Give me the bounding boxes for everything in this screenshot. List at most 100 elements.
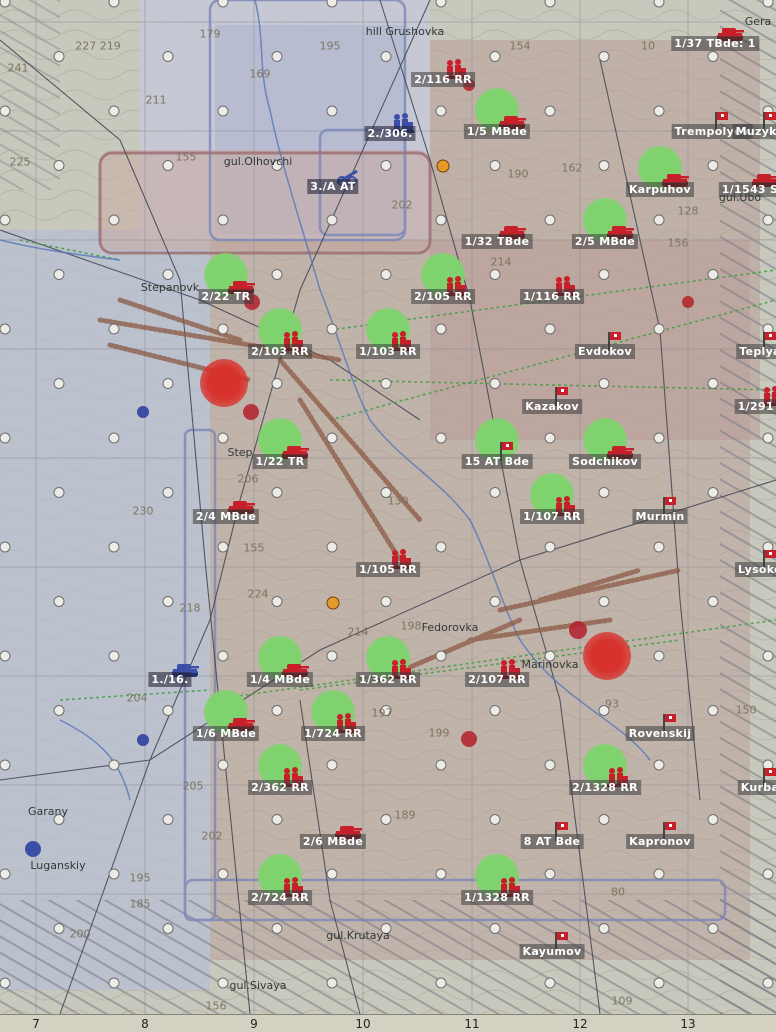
town-label: Luganskiy	[30, 859, 86, 872]
town-label: Step	[227, 446, 253, 459]
hex-center-dot	[435, 0, 447, 8]
hex-center-dot	[0, 977, 11, 989]
elevation-label: 130	[387, 494, 409, 508]
elevation-label: 195	[129, 871, 151, 885]
hex-center-dot	[0, 650, 11, 662]
hex-center-dot	[0, 432, 11, 444]
hex-center-dot	[326, 323, 338, 335]
hex-center-dot	[162, 487, 174, 498]
hex-center-dot	[598, 269, 610, 280]
town-label: gul.Ubo	[718, 191, 762, 204]
hex-center-dot	[544, 323, 556, 335]
hex-center-dot	[653, 323, 665, 335]
column-number: 7	[32, 1017, 40, 1031]
hex-center-dot	[162, 814, 174, 825]
hex-center-dot	[380, 160, 392, 171]
hex-center-dot	[162, 596, 174, 607]
hex-center-dot	[0, 105, 11, 117]
hex-center-dot	[435, 650, 447, 662]
elevation-label: 241	[7, 61, 29, 75]
elevation-label: 150	[735, 703, 757, 717]
elevation-label: 109	[611, 994, 633, 1008]
hex-center-dot	[326, 105, 338, 117]
hex-center-dot	[707, 705, 719, 716]
town-label: hill Grushovka	[365, 25, 445, 38]
hex-center-dot	[707, 269, 719, 280]
hex-center-dot	[0, 541, 11, 553]
town-label: Gera	[744, 15, 772, 28]
hex-center-dot	[489, 51, 501, 62]
hex-center-dot	[707, 378, 719, 389]
town-label: gul.Sivaya	[229, 979, 287, 992]
hex-center-dot	[435, 541, 447, 553]
hex-center-dot	[544, 214, 556, 226]
hex-center-dot	[544, 432, 556, 444]
elevation-label: 199	[428, 726, 450, 740]
hex-center-dot	[108, 214, 120, 226]
hex-center-dot	[53, 269, 65, 280]
town-label: Stepanovk	[140, 281, 200, 294]
hex-center-dot	[108, 432, 120, 444]
hex-center-dot	[653, 759, 665, 771]
hex-center-dot	[435, 759, 447, 771]
hex-center-dot	[162, 269, 174, 280]
combat-marker[interactable]	[583, 632, 631, 680]
hex-center-dot	[380, 378, 392, 389]
elevation-label: 10	[641, 39, 655, 53]
hex-center-dot	[53, 923, 65, 934]
elevation-label: 206	[237, 472, 259, 486]
hex-center-dot	[435, 105, 447, 117]
hex-center-dot	[762, 977, 774, 989]
town-label: gul.Olhovchi	[223, 155, 293, 168]
hex-center-dot	[380, 269, 392, 280]
column-number: 8	[141, 1017, 149, 1031]
elevation-label: 155	[175, 150, 197, 164]
hex-center-dot	[762, 0, 774, 8]
elevation-label: 205	[182, 779, 204, 793]
hex-center-dot	[489, 923, 501, 934]
elevation-label: 190	[507, 167, 529, 181]
hex-center-dot	[489, 378, 501, 389]
hex-center-dot	[598, 596, 610, 607]
elevation-label: 214	[347, 625, 369, 639]
hex-center-dot	[162, 378, 174, 389]
hex-center-dot	[598, 923, 610, 934]
hex-center-dot	[653, 541, 665, 553]
hex-center-dot	[271, 269, 283, 280]
hex-center-dot	[271, 923, 283, 934]
elevation-label: 204	[126, 691, 148, 705]
hex-center-dot	[217, 977, 229, 989]
hex-center-dot	[653, 105, 665, 117]
elevation-label: 214	[490, 255, 512, 269]
elevation-label: 218	[179, 601, 201, 615]
hex-center-dot	[707, 51, 719, 62]
hex-center-dot	[598, 160, 610, 171]
hex-center-dot	[326, 650, 338, 662]
hex-center-dot	[544, 541, 556, 553]
hex-center-dot	[598, 378, 610, 389]
hex-center-dot	[326, 868, 338, 880]
elevation-label: 169	[249, 67, 271, 81]
elevation-label: 200	[69, 927, 91, 941]
elevation-label: 80	[611, 885, 625, 899]
elevation-label: 162	[561, 161, 583, 175]
hex-center-dot	[707, 596, 719, 607]
town-label: Garany	[27, 805, 69, 818]
hex-center-dot	[489, 814, 501, 825]
hex-center-dot	[217, 759, 229, 771]
hex-center-dot	[653, 977, 665, 989]
hex-center-dot	[108, 977, 120, 989]
elevation-label: 195	[319, 39, 341, 53]
combat-marker[interactable]	[200, 359, 248, 407]
hex-center-dot	[326, 432, 338, 444]
hex-center-dot	[108, 759, 120, 771]
hex-center-dot	[53, 378, 65, 389]
elevation-label: 230	[132, 504, 154, 518]
elevation-label: 198	[400, 619, 422, 633]
game-map[interactable]: 2/116 RR 1/5 MBde 1/37 TBde: 1 Trempolyev Mu…	[0, 0, 776, 1032]
hex-center-dot	[653, 432, 665, 444]
hex-center-dot	[326, 214, 338, 226]
column-number: 13	[680, 1017, 696, 1031]
hex-center-dot	[489, 596, 501, 607]
hex-center-dot	[217, 105, 229, 117]
